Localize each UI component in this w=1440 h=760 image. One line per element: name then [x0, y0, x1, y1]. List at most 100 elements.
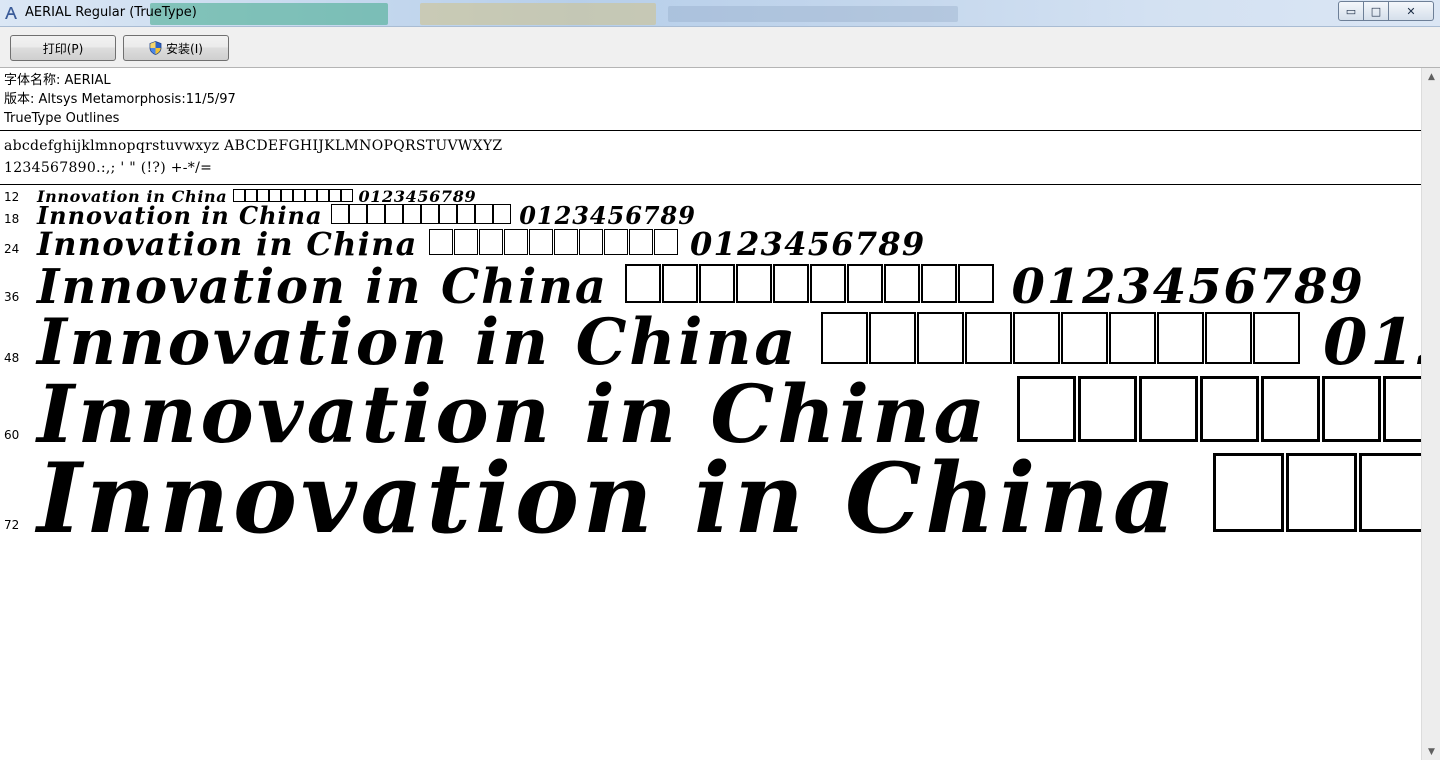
missing-glyph-box — [330, 204, 349, 225]
minimize-icon: ▭ — [1345, 4, 1357, 18]
missing-glyph-boxes — [428, 225, 679, 263]
missing-glyph-box — [528, 228, 553, 255]
background-blur — [668, 6, 958, 22]
size-label: 60 — [4, 428, 20, 442]
missing-glyph-box — [456, 204, 475, 225]
missing-glyph-box — [1012, 311, 1060, 364]
install-button-label: 安装(I) — [166, 41, 203, 56]
missing-glyph-box — [809, 263, 846, 303]
missing-glyph-box — [624, 263, 661, 303]
missing-glyph-box — [474, 204, 493, 225]
missing-glyph-box — [578, 228, 603, 255]
missing-glyph-box — [653, 228, 678, 255]
scroll-up-icon[interactable]: ▲ — [1422, 68, 1440, 85]
missing-glyph-boxes — [1212, 442, 1421, 555]
missing-glyph-box — [1321, 376, 1381, 443]
missing-glyph-box — [553, 228, 578, 255]
size-label: 72 — [4, 518, 20, 532]
missing-glyph-box — [1382, 376, 1421, 443]
missing-glyph-box — [1260, 376, 1320, 443]
missing-glyph-box — [340, 188, 353, 202]
missing-glyph-box — [1212, 453, 1284, 533]
print-button[interactable]: 打印(P) — [10, 35, 116, 61]
missing-glyph-box — [964, 311, 1012, 364]
title-bar: AERIAL Regular (TrueType) ▭ □ ✕ — [0, 0, 1440, 27]
missing-glyph-box — [348, 204, 367, 225]
missing-glyph-box — [698, 263, 735, 303]
close-icon: ✕ — [1406, 4, 1416, 18]
font-viewer-icon — [5, 7, 17, 19]
missing-glyph-box — [428, 228, 453, 255]
sample-digits: 0123456789 — [690, 224, 926, 263]
missing-glyph-box — [735, 263, 772, 303]
vertical-scrollbar[interactable]: ▲ ▼ — [1421, 68, 1440, 760]
font-version: 版本: Altsys Metamorphosis:11/5/97 — [4, 92, 236, 107]
scroll-down-icon[interactable]: ▼ — [1422, 743, 1440, 760]
font-outline-type: TrueType Outlines — [4, 111, 120, 126]
missing-glyph-box — [492, 204, 511, 225]
font-preview-area: 字体名称: AERIAL 版本: Altsys Metamorphosis:11… — [0, 68, 1421, 760]
missing-glyph-box — [384, 204, 403, 225]
missing-glyph-box — [1156, 311, 1204, 364]
missing-glyph-box — [316, 188, 329, 202]
missing-glyph-box — [256, 188, 269, 202]
missing-glyph-box — [1204, 311, 1252, 364]
missing-glyph-box — [1016, 376, 1076, 443]
missing-glyph-box — [916, 311, 964, 364]
font-name: 字体名称: AERIAL — [4, 73, 111, 88]
minimize-button[interactable]: ▭ — [1338, 1, 1364, 21]
background-blur — [420, 3, 656, 25]
sample-text: Innovation in China — [37, 442, 1179, 556]
size-label: 24 — [4, 242, 20, 256]
missing-glyph-box — [503, 228, 528, 255]
sample-text: Innovation in China — [37, 224, 418, 263]
missing-glyph-box — [280, 188, 293, 202]
charset-letters: abcdefghijklmnopqrstuvwxyz ABCDEFGHIJKLM… — [4, 138, 503, 154]
missing-glyph-box — [1199, 376, 1259, 443]
missing-glyph-box — [232, 188, 245, 202]
divider — [0, 130, 1421, 131]
missing-glyph-box — [883, 263, 920, 303]
missing-glyph-box — [438, 204, 457, 225]
size-label: 36 — [4, 290, 20, 304]
missing-glyph-box — [366, 204, 385, 225]
print-button-label: 打印(P) — [42, 41, 84, 56]
window-controls: ▭ □ ✕ — [1338, 1, 1434, 21]
missing-glyph-box — [820, 311, 868, 364]
missing-glyph-box — [478, 228, 503, 255]
missing-glyph-box — [957, 263, 994, 303]
sample-line: Innovation in China0123456789 — [37, 310, 1421, 375]
close-button[interactable]: ✕ — [1389, 1, 1434, 21]
missing-glyph-box — [328, 188, 341, 202]
missing-glyph-box — [868, 311, 916, 364]
size-label: 18 — [4, 212, 20, 226]
size-label: 48 — [4, 351, 20, 365]
window-title: AERIAL Regular (TrueType) — [25, 5, 197, 20]
missing-glyph-box — [772, 263, 809, 303]
missing-glyph-box — [846, 263, 883, 303]
missing-glyph-box — [1358, 453, 1421, 533]
maximize-icon: □ — [1370, 4, 1382, 18]
divider — [0, 184, 1421, 185]
missing-glyph-box — [1285, 453, 1357, 533]
missing-glyph-box — [1108, 311, 1156, 364]
missing-glyph-box — [402, 204, 421, 225]
missing-glyph-box — [628, 228, 653, 255]
missing-glyph-box — [1077, 376, 1137, 443]
missing-glyph-box — [603, 228, 628, 255]
sample-line: Innovation in China0123456789 — [37, 451, 1421, 547]
missing-glyph-box — [292, 188, 305, 202]
size-label: 12 — [4, 190, 20, 204]
missing-glyph-box — [268, 188, 281, 202]
sample-line: Innovation in China0123456789 — [37, 228, 925, 260]
missing-glyph-box — [420, 204, 439, 225]
sample-line: Innovation in China0123456789 — [37, 263, 1365, 311]
uac-shield-icon — [149, 41, 162, 55]
missing-glyph-box — [661, 263, 698, 303]
install-button[interactable]: 安装(I) — [123, 35, 229, 61]
missing-glyph-box — [244, 188, 257, 202]
missing-glyph-box — [1138, 376, 1198, 443]
maximize-button[interactable]: □ — [1364, 1, 1389, 21]
missing-glyph-box — [453, 228, 478, 255]
missing-glyph-box — [304, 188, 317, 202]
